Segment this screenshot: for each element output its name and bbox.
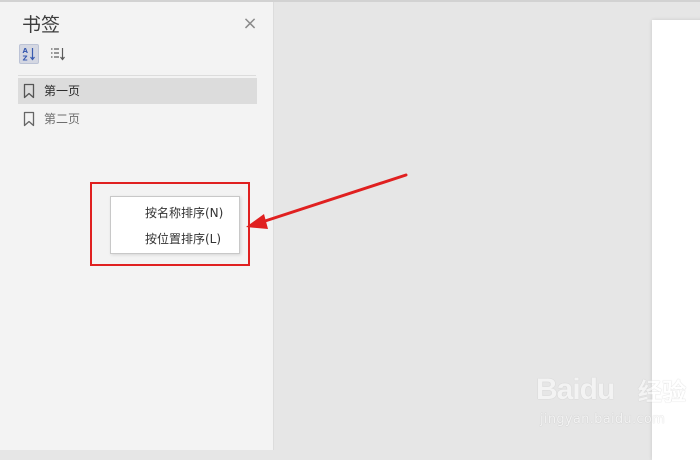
sort-context-menu: 按名称排序(N) 按位置排序(L) [110, 196, 240, 254]
menu-item-label: 按名称排序(N) [145, 206, 224, 220]
bookmark-icon [23, 83, 35, 99]
bookmark-item-2[interactable]: 第二页 [18, 106, 257, 132]
watermark-url: jingyan.baidu.com [540, 412, 666, 427]
panel-divider [18, 75, 256, 76]
bookmark-label: 第一页 [44, 84, 81, 98]
sort-alpha-icon: A Z [23, 47, 35, 63]
svg-text:Z: Z [23, 55, 28, 63]
bookmark-label: 第二页 [44, 112, 81, 126]
watermark-logo: Baidu [536, 373, 615, 406]
sort-alpha-button[interactable]: A Z [19, 44, 39, 64]
sort-list-button[interactable] [48, 44, 68, 64]
menu-item-sort-by-name[interactable]: 按名称排序(N) [111, 200, 239, 226]
bookmark-item-1[interactable]: 第一页 [18, 78, 257, 104]
sort-list-icon [51, 48, 65, 61]
menu-item-label: 按位置排序(L) [145, 232, 222, 246]
document-page[interactable] [652, 20, 700, 460]
bookmark-icon [23, 111, 35, 127]
panel-title: 书签 [22, 14, 61, 36]
menu-item-sort-by-position[interactable]: 按位置排序(L) [111, 226, 239, 252]
close-icon: × [242, 13, 258, 34]
close-panel-button[interactable]: × [242, 13, 258, 34]
